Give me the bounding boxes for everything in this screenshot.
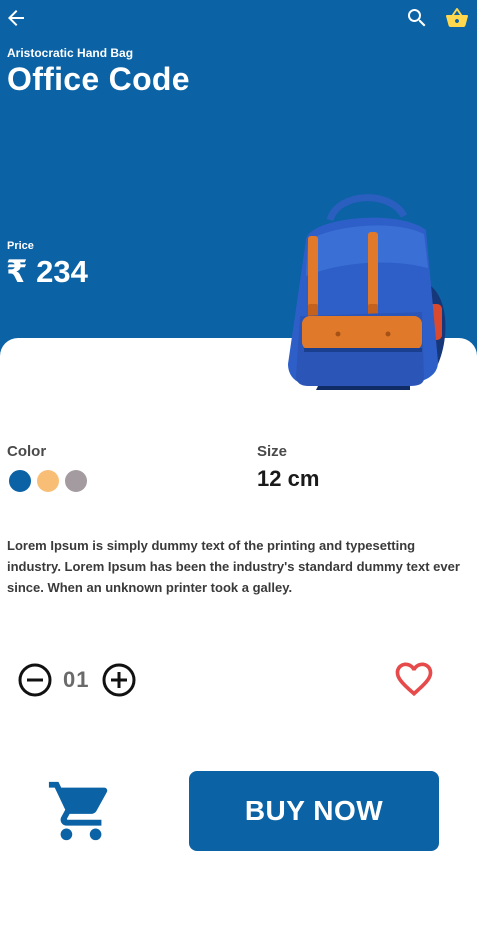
- price-label: Price: [7, 240, 34, 252]
- heart-outline-icon[interactable]: [391, 657, 437, 701]
- color-swatch-gray[interactable]: [65, 470, 87, 492]
- color-label: Color: [7, 443, 47, 460]
- plus-circle-icon[interactable]: [101, 662, 137, 698]
- quantity-value: 01: [63, 667, 90, 692]
- search-icon[interactable]: [405, 6, 429, 30]
- product-price: ₹ 234: [6, 254, 88, 289]
- color-swatch-blue[interactable]: [9, 470, 31, 492]
- buy-now-button[interactable]: BUY NOW: [189, 771, 439, 851]
- backpack-image: [288, 194, 446, 390]
- minus-circle-icon[interactable]: [17, 662, 53, 698]
- product-description: Lorem Ipsum is simply dummy text of the …: [7, 538, 460, 595]
- shopping-basket-icon[interactable]: [444, 6, 470, 30]
- add-to-cart-icon[interactable]: [44, 776, 118, 846]
- product-title: Office Code: [7, 61, 190, 97]
- color-swatch-orange[interactable]: [37, 470, 59, 492]
- size-value: 12 cm: [257, 466, 320, 491]
- size-label: Size: [257, 443, 288, 460]
- color-swatches: [9, 470, 87, 492]
- arrow-back-icon[interactable]: [4, 6, 28, 30]
- product-brand: Aristocratic Hand Bag: [7, 46, 134, 60]
